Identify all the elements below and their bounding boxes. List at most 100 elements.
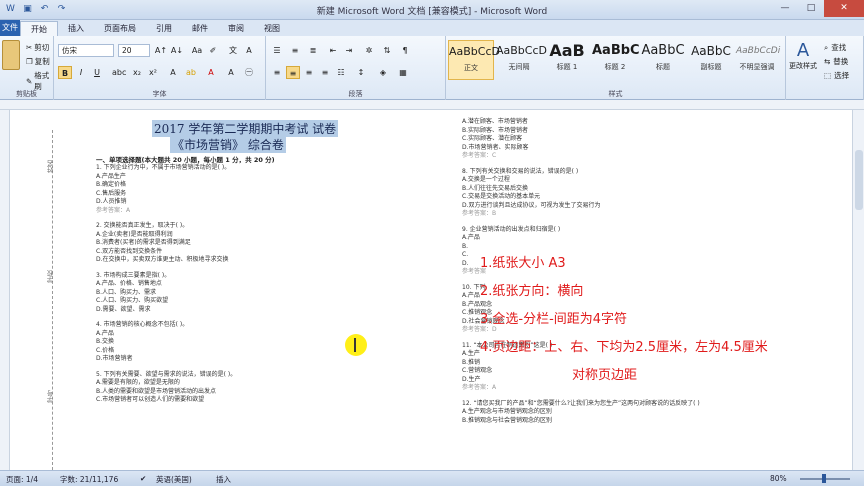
binding-line [52,130,53,470]
zoom-slider-handle[interactable] [822,474,826,483]
document-subtitle: 《市场营销》 综合卷 [170,136,286,153]
question-line: A.产品、价格、销售地点 [96,280,162,287]
insert-mode[interactable]: 插入 [216,474,231,485]
change-case-icon[interactable]: Aa [190,44,204,57]
distributed-icon[interactable]: ☷ [334,66,348,79]
justify-icon[interactable]: ≡ [318,66,332,79]
text-effects-icon[interactable]: A [166,66,180,79]
style-subtle-emphasis[interactable]: AaBbCcDi 不明显强调 [736,40,780,80]
highlight-icon[interactable]: ab [184,66,198,79]
status-bar: 页面: 1/4 字数: 21/11,176 ✔ 英语(美国) 插入 80% [0,470,864,486]
right-column: A.潜在顾客、市场营销者 B.实际顾客、市场营销者 C.实际顾客、潜在顾客 D.市场营… [462,118,842,425]
grow-font-icon[interactable]: A↑ [154,44,168,57]
page-count[interactable]: 页面: 1/4 [6,474,38,485]
question-line: 参考答案：B [462,210,497,217]
superscript-icon[interactable]: x² [146,66,160,79]
tab-view[interactable]: 视图 [254,21,290,36]
vertical-ruler[interactable] [0,110,10,470]
styles-group: AaBbCcD 正文 AaBbCcD 无间隔 AaB 标题 1 AaBbC 标题 2 A… [446,36,786,100]
italic-button[interactable]: I [74,66,88,79]
vertical-scrollbar[interactable] [852,110,864,470]
character-border-icon[interactable]: A [242,44,256,57]
question-line: C.人口、购买力、购买欲望 [96,297,169,304]
maximize-button[interactable]: □ [798,0,824,17]
underline-button[interactable]: U [90,66,104,79]
tab-review[interactable]: 审阅 [218,21,254,36]
style-title[interactable]: AaBbC 标题 [640,40,686,80]
clear-format-icon[interactable]: ✐ [206,44,220,57]
select-button[interactable]: ⬚ 选择 [824,70,849,81]
horizontal-ruler[interactable] [0,100,864,110]
increase-indent-icon[interactable]: ⇥ [342,44,356,57]
scrollbar-thumb[interactable] [855,150,863,210]
font-label: 字体 [152,90,167,98]
tab-mailings[interactable]: 邮件 [182,21,218,36]
ribbon: ✂ 剪切 ❐ 复制 ✎ 格式刷 剪贴板 仿宋 20 A↑ A↓ Aa ✐ 文 A B … [0,36,864,100]
change-styles-button[interactable]: A 更改样式 [788,40,818,71]
character-shading-icon[interactable]: A [224,66,238,79]
change-styles-icon: A [796,40,810,61]
question-line: D.需要、欲望、需求 [96,305,151,313]
strikethrough-icon[interactable]: abc [112,66,126,79]
style-subtitle[interactable]: AaBbC 副标题 [688,40,734,80]
binding-margin: 姓名 学校 学号 [22,130,82,470]
font-name-combo[interactable]: 仿宋 [58,44,114,57]
editing-group: A 更改样式 ⌕ 查找 ⇆ 替换 ⬚ 选择 [786,36,864,100]
question-line: A.需要是有限的，欲望是无限的 [96,379,180,386]
style-normal[interactable]: AaBbCcD 正文 [448,40,500,80]
line-spacing-icon[interactable]: ↕ [354,66,368,79]
close-button[interactable]: ✕ [824,0,864,17]
shrink-font-icon[interactable]: A↓ [170,44,184,57]
subscript-icon[interactable]: x₂ [130,66,144,79]
word-count[interactable]: 字数: 21/11,176 [60,474,118,485]
replace-button[interactable]: ⇆ 替换 [824,56,848,67]
align-right-icon[interactable]: ≡ [302,66,316,79]
chinese-layout-icon[interactable]: ✲ [362,44,376,57]
shading-icon[interactable]: ◈ [376,66,390,79]
multilevel-list-icon[interactable]: ≣ [306,44,320,57]
document-area[interactable]: 姓名 学校 学号 2017 学年第二学期期中考试 试卷 《市场营销》 综合卷 一… [0,110,864,470]
font-size-combo[interactable]: 20 [118,44,150,57]
align-center-icon[interactable]: ≡ [286,66,300,79]
bold-button[interactable]: B [58,66,72,79]
tab-references[interactable]: 引用 [146,21,182,36]
tab-file[interactable]: 文件 [0,20,20,36]
question-line: 参考答案：A [96,206,131,214]
style-no-spacing[interactable]: AaBbCcD 无间隔 [496,40,547,80]
question-line: A.潜在顾客、市场营销者 [462,118,528,125]
show-marks-icon[interactable]: ¶ [398,44,412,57]
paste-button[interactable] [2,40,20,70]
phonetic-guide-icon[interactable]: 文 [226,44,240,57]
question-line: C.市场营销者可以创造人们的需要和欲望 [96,396,205,403]
tab-insert[interactable]: 插入 [58,21,94,36]
zoom-level[interactable]: 80% [770,474,787,483]
binoculars-icon: ⌕ [824,42,829,52]
style-heading-2[interactable]: AaBbC 标题 2 [592,40,640,80]
enclose-character-icon[interactable]: ㊀ [242,66,256,79]
style-heading-1[interactable]: AaB 标题 1 [544,40,590,80]
section-heading: 一、单项选择题(本大题共 20 小题，每小题 1 分，共 20 分) [96,156,275,164]
copy-button[interactable]: ❐ 复制 [26,56,50,67]
sort-icon[interactable]: ⇅ [380,44,394,57]
styles-label: 样式 [608,90,623,98]
font-color-icon[interactable]: A [204,66,218,79]
tab-page-layout[interactable]: 页面布局 [94,21,146,36]
language-status[interactable]: 英语(美国) [156,474,192,485]
borders-icon[interactable]: ▦ [396,66,410,79]
numbering-icon[interactable]: ≡ [288,44,302,57]
align-left-icon[interactable]: ≡ [270,66,284,79]
decrease-indent-icon[interactable]: ⇤ [326,44,340,57]
proofing-icon[interactable]: ✔ [140,474,146,483]
question-line: 5. 下列有关需要、欲望与需求的说法，错误的是( )。 [96,370,237,378]
question-line: C.售后服务 [96,189,127,197]
bullets-icon[interactable]: ☰ [270,44,284,57]
find-button[interactable]: ⌕ 查找 [824,42,846,53]
cut-button[interactable]: ✂ 剪切 [26,42,49,53]
question-line: 参考答案：D [462,326,497,333]
question-line: 12. “请您买我厂的产品”和“您需要什么?让我们来为您生产”这两句对顾客说的话… [462,399,700,407]
replace-icon: ⇆ [824,57,831,66]
minimize-button[interactable]: — [772,0,798,17]
tab-home[interactable]: 开始 [20,21,58,36]
